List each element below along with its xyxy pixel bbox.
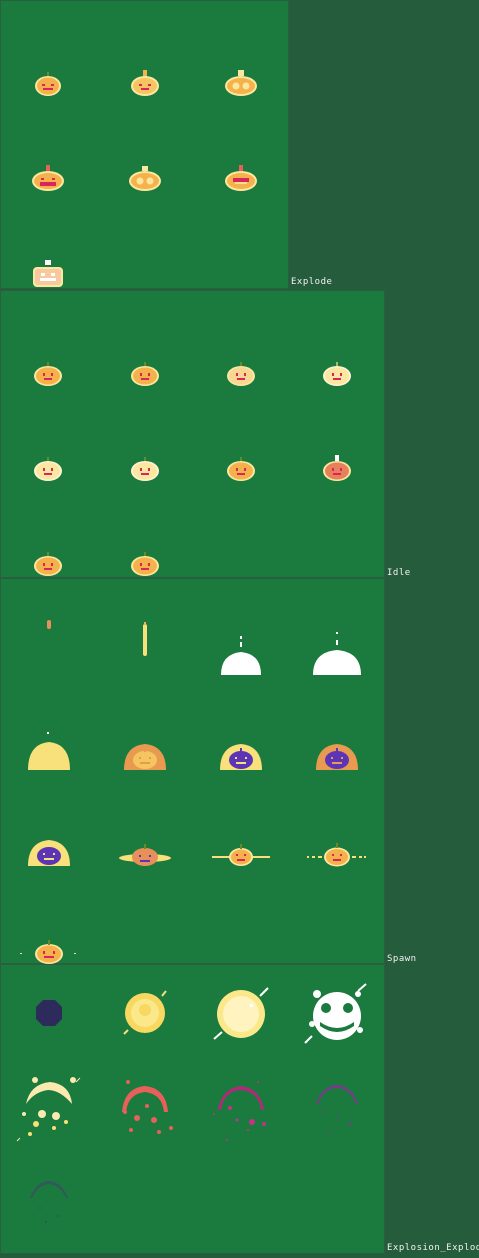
- explosion-frame-4: [304, 983, 367, 1044]
- spawn-frame-8: [316, 744, 358, 770]
- spawn-frame-7: [220, 744, 262, 770]
- explode-frame-6: [225, 165, 257, 191]
- explode-frame-5: [129, 166, 161, 191]
- idle-frame-8: [323, 455, 351, 481]
- spawn-frame-13: [20, 940, 76, 964]
- explode-frame-3: [225, 70, 257, 96]
- explosion-frame-8: [316, 1085, 358, 1133]
- spawn-sheet: [0, 578, 385, 964]
- spawn-frame-3: [221, 636, 261, 675]
- idle-label: Idle: [387, 568, 411, 578]
- spawn-frame-6: [124, 744, 166, 770]
- idle-frame-9: [34, 552, 62, 576]
- idle-frame-2: [131, 362, 159, 386]
- explosion-frame-2: [123, 990, 167, 1035]
- idle-frame-4: [323, 362, 351, 386]
- explosion-frames: [16, 983, 367, 1223]
- spawn-frame-1: [47, 620, 51, 629]
- idle-frame-5: [34, 457, 62, 481]
- idle-frame-3: [227, 362, 255, 386]
- explode-frame-1: [35, 72, 61, 96]
- idle-frames: [34, 362, 351, 576]
- idle-sheet: [0, 290, 385, 578]
- explode-frame-4: [32, 165, 64, 191]
- idle-frame-10: [131, 552, 159, 576]
- explosion-frame-7: [213, 1081, 266, 1141]
- idle-frame-7: [227, 457, 255, 481]
- explode-frame-2: [131, 70, 159, 96]
- explosion-frame-9: [30, 1181, 68, 1223]
- explosion-explode-sheet: [0, 964, 385, 1254]
- explode-frame-7: [33, 260, 63, 287]
- explosion-frame-1: [36, 1000, 62, 1026]
- explode-sheet: [0, 0, 289, 289]
- spawn-frame-4: [313, 632, 361, 675]
- explosion-explode-label: Explosion_Explode: [387, 1243, 479, 1253]
- spawn-frame-9: [28, 840, 70, 866]
- spawn-frame-11: [212, 844, 270, 866]
- explosion-frame-3: [213, 987, 269, 1040]
- idle-frame-6: [131, 457, 159, 481]
- spawn-frame-5: [28, 732, 70, 770]
- explode-label: Explode: [291, 277, 333, 287]
- spawn-frame-12: [307, 843, 366, 867]
- explosion-frame-5: [16, 1077, 81, 1142]
- explosion-frame-6: [122, 1080, 173, 1134]
- spawn-frame-10: [119, 844, 171, 866]
- idle-frame-1: [34, 362, 62, 386]
- spawn-frames: [20, 620, 366, 964]
- spawn-frame-2: [143, 622, 147, 656]
- explode-frames: [32, 70, 257, 287]
- spawn-label: Spawn: [387, 954, 417, 964]
